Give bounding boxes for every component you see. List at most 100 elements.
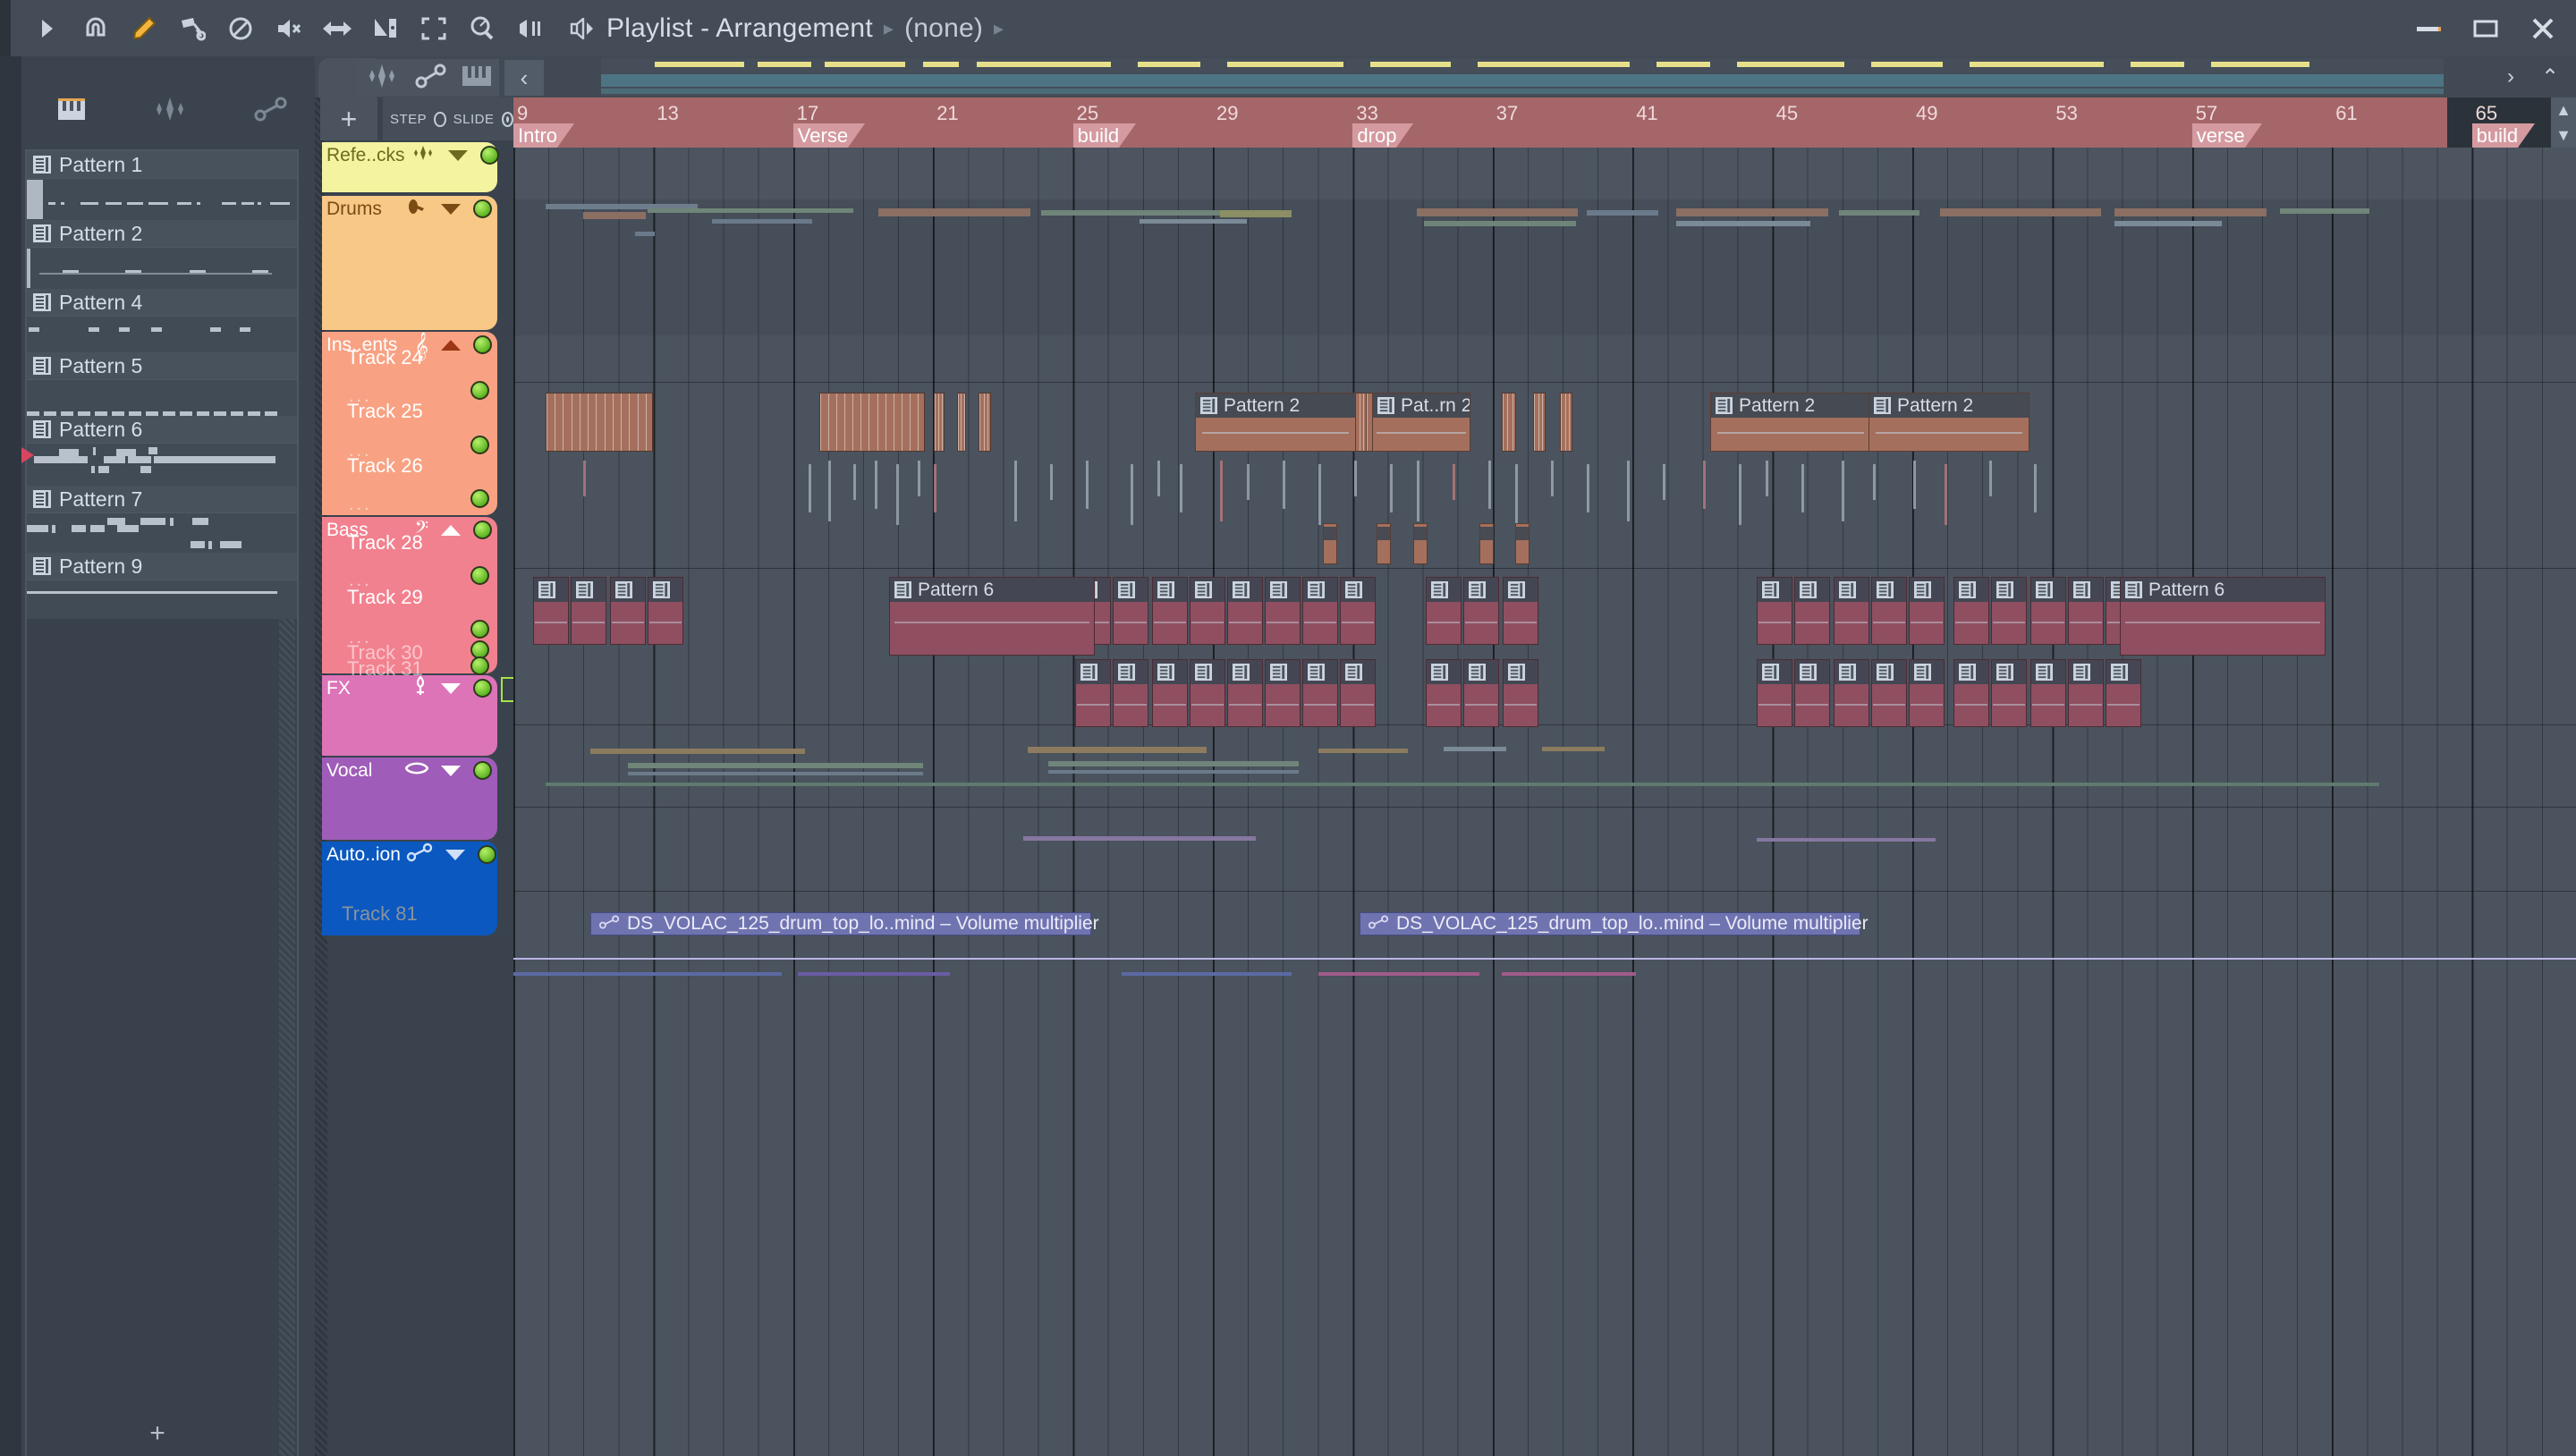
- bass-clip[interactable]: [1190, 577, 1225, 645]
- instrument-note-stab[interactable]: [1945, 464, 1947, 525]
- instrument-note-stab[interactable]: [896, 464, 899, 525]
- pattern-header[interactable]: Pattern 6: [27, 416, 297, 443]
- track-group-references[interactable]: Refe..cks: [322, 142, 499, 192]
- track-led-25[interactable]: [470, 381, 489, 400]
- audio-clip[interactable]: [1839, 210, 1919, 216]
- magnet-snap-icon[interactable]: [79, 12, 113, 46]
- track-label-28[interactable]: Track 28: [347, 531, 423, 554]
- bass-clip[interactable]: [1426, 577, 1462, 645]
- audio-clip[interactable]: [1220, 210, 1292, 217]
- clip-header[interactable]: [1872, 578, 1906, 602]
- automation-clip[interactable]: DS_VOLAC_125_drum_top_lo..mind – Volume …: [1360, 912, 1868, 935]
- clip-header[interactable]: [1910, 578, 1944, 602]
- timeline-marker[interactable]: Intro: [513, 123, 575, 148]
- track-label-31[interactable]: Track 31: [347, 657, 423, 681]
- fx-clip[interactable]: [628, 763, 923, 768]
- automation-clip-icon[interactable]: [254, 96, 288, 127]
- pattern-item[interactable]: Pattern 6: [21, 416, 297, 486]
- select-frame-icon[interactable]: [417, 12, 451, 46]
- audio-clip[interactable]: [1940, 208, 2101, 216]
- clip-header[interactable]: [2069, 578, 2103, 602]
- instrument-note-stab[interactable]: [1873, 464, 1876, 500]
- bass-clip[interactable]: [610, 577, 646, 645]
- track-group-vocal[interactable]: Vocal: [322, 758, 497, 840]
- pattern-header[interactable]: Pattern 1: [27, 151, 297, 178]
- track-label-25[interactable]: Track 25: [347, 400, 423, 423]
- instrument-note-stab[interactable]: [1417, 461, 1419, 521]
- bass-clip[interactable]: [1152, 659, 1188, 727]
- bass-clip[interactable]: [1265, 577, 1301, 645]
- minimize-button[interactable]: [2413, 13, 2444, 44]
- instrument-note-stab[interactable]: [1515, 464, 1518, 525]
- bass-clip[interactable]: [1113, 659, 1148, 727]
- timeline-marker[interactable]: verse: [2191, 123, 2262, 148]
- piano-roll-icon[interactable]: [57, 96, 86, 127]
- audio-clip[interactable]: [648, 208, 853, 213]
- clip-header[interactable]: [1835, 578, 1868, 602]
- track-row[interactable]: [513, 199, 2576, 335]
- bass-clip[interactable]: [1834, 577, 1869, 645]
- audio-clip[interactable]: [1676, 221, 1810, 226]
- clip-header[interactable]: [1504, 578, 1538, 602]
- fx-clip[interactable]: [1444, 747, 1506, 751]
- instrument-note-stab[interactable]: [1913, 461, 1916, 509]
- add-track-button[interactable]: +: [320, 97, 377, 140]
- track-led[interactable]: [473, 335, 492, 354]
- clip-header[interactable]: [1153, 578, 1187, 602]
- automation-sub[interactable]: [1318, 972, 1479, 976]
- pattern-item[interactable]: Pattern 7: [27, 486, 297, 553]
- timeline-marker[interactable]: build: [2471, 123, 2536, 148]
- track-led-30[interactable]: [470, 620, 489, 639]
- chevron-down-icon[interactable]: [445, 849, 465, 860]
- group-header[interactable]: Refe..cks: [322, 142, 499, 168]
- bass-clip[interactable]: [1503, 659, 1538, 727]
- track-led[interactable]: [473, 761, 492, 780]
- bass-clip[interactable]: [1302, 577, 1338, 645]
- clip-header[interactable]: [1228, 660, 1262, 684]
- bass-clip[interactable]: [571, 577, 606, 645]
- clip-header[interactable]: [1835, 660, 1868, 684]
- slice-knife-icon[interactable]: [369, 12, 402, 46]
- audio-clip[interactable]: [878, 208, 1030, 216]
- bass-clip[interactable]: [1503, 577, 1538, 645]
- track-label-24[interactable]: Track 24: [347, 346, 423, 369]
- fx-clip[interactable]: [590, 749, 805, 754]
- step-knob[interactable]: [434, 111, 446, 127]
- fx-clip[interactable]: [1542, 747, 1605, 751]
- clip-header[interactable]: [1076, 660, 1110, 684]
- instrument-note-stab[interactable]: [1050, 464, 1053, 500]
- instrument-clip[interactable]: [1502, 393, 1516, 452]
- track-row[interactable]: [513, 148, 2576, 199]
- bass-clip[interactable]: [1152, 577, 1188, 645]
- track-label-81[interactable]: Track 81: [342, 902, 418, 926]
- audio-clip[interactable]: [1676, 208, 1828, 216]
- step-slide-control[interactable]: STEP SLIDE: [383, 97, 513, 140]
- clip-header[interactable]: [2031, 660, 2065, 684]
- bass-pattern-clip[interactable]: Pattern 6: [2120, 577, 2326, 656]
- automation-clip[interactable]: DS_VOLAC_125_drum_top_lo..mind – Volume …: [590, 912, 1099, 935]
- audio-clip[interactable]: [1041, 210, 1247, 216]
- clip-header[interactable]: Pat..rn 2: [1373, 394, 1470, 418]
- pattern-item[interactable]: Pattern 5: [27, 352, 297, 416]
- instrument-note-stab[interactable]: [1739, 464, 1741, 525]
- fx-clip[interactable]: [1028, 747, 1207, 753]
- clip-header[interactable]: [534, 578, 568, 602]
- pattern-item[interactable]: Pattern 9: [27, 553, 297, 619]
- automation-clip-icon[interactable]: [415, 63, 447, 93]
- bass-clip[interactable]: [1113, 577, 1148, 645]
- bass-clip[interactable]: [1463, 659, 1499, 727]
- instrument-pattern-clip[interactable]: Pattern 2: [1868, 393, 2029, 452]
- bass-clip[interactable]: [1909, 659, 1945, 727]
- instrument-note-stab[interactable]: [1989, 461, 1992, 496]
- instrument-note-stab[interactable]: [1627, 461, 1630, 521]
- bass-clip[interactable]: [648, 577, 683, 645]
- instrument-pattern-clip[interactable]: Pat..rn 2: [1372, 393, 1470, 452]
- bass-clip[interactable]: [1757, 577, 1792, 645]
- fx-clip[interactable]: [1048, 770, 1299, 774]
- instrument-note-stab[interactable]: [1220, 461, 1223, 521]
- instrument-note-stab[interactable]: [1390, 464, 1393, 512]
- track-led[interactable]: [473, 521, 492, 539]
- playlist-overview-strip[interactable]: › ⌃: [549, 56, 2576, 97]
- audio-clip[interactable]: [583, 212, 646, 219]
- automation-sub[interactable]: [513, 972, 782, 976]
